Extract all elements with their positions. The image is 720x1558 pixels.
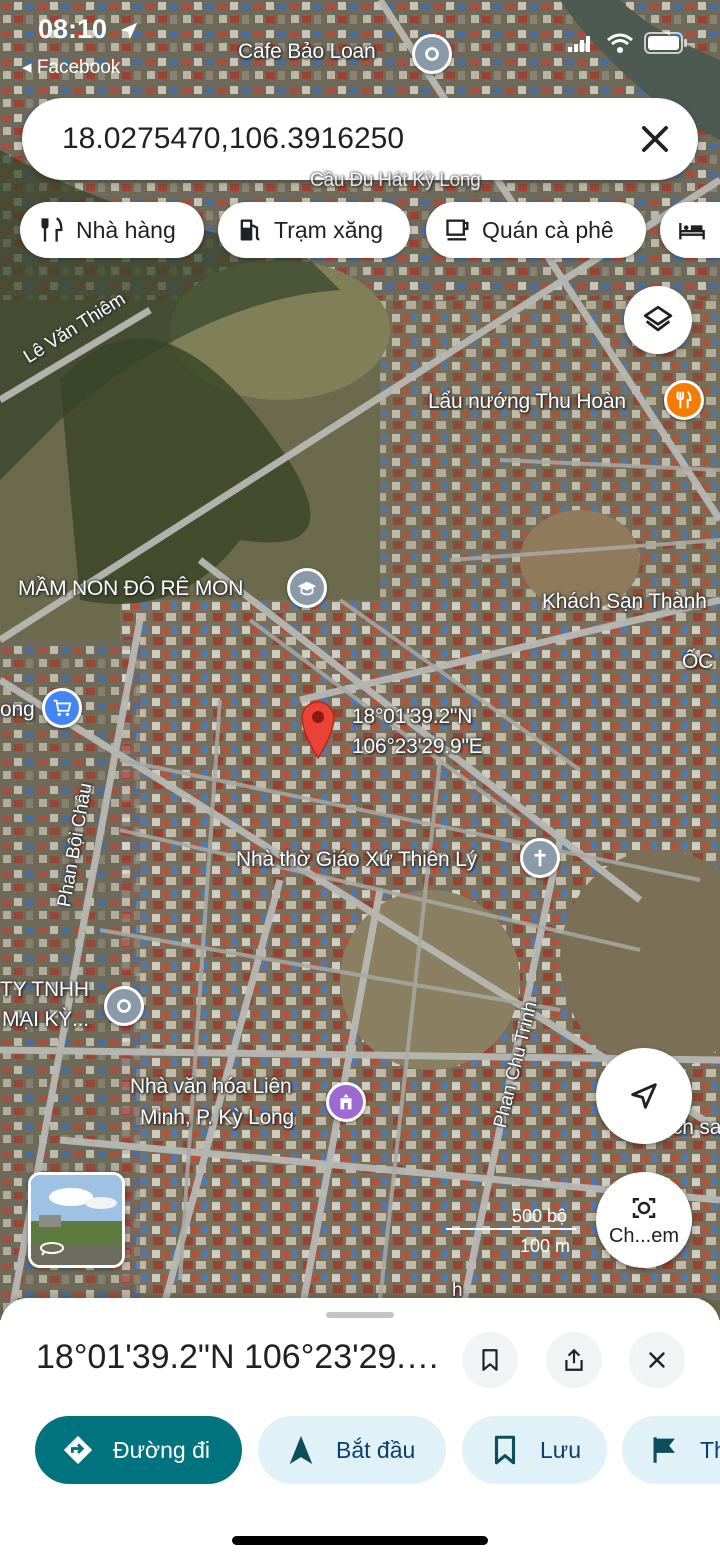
chip-coffee-label: Quán cà phê <box>482 216 614 243</box>
chip-restaurants[interactable]: Nhà hàng <box>20 202 204 258</box>
flag-icon <box>653 1437 675 1463</box>
directions-button[interactable]: Đường đi <box>35 1416 242 1484</box>
layers-icon <box>643 305 673 332</box>
chip-gas-stations-label: Trạm xăng <box>274 216 384 243</box>
chip-restaurants-label: Nhà hàng <box>76 216 176 243</box>
place-title: 18°01'39.2"N 106°23'29.9"E <box>36 1338 450 1376</box>
map-label-long[interactable]: ong <box>0 698 35 722</box>
map-label-khach-san[interactable]: Khách Sạn Thành <box>542 590 707 614</box>
coffee-cup-icon <box>446 219 469 241</box>
save-button[interactable]: Lưu <box>462 1416 607 1484</box>
label-button-label: Th <box>700 1436 720 1463</box>
back-to-facebook-link[interactable]: ◂ Facebook <box>22 56 120 79</box>
map-label-bridge[interactable]: Cầu Đu Hát Kỳ Long <box>310 170 481 192</box>
save-bookmark-button[interactable] <box>462 1332 518 1388</box>
navigation-arrow-icon <box>289 1435 313 1465</box>
satellite-map[interactable]: 08:10 ◂ Facebook Cafe Bảo Loan Cầu Đu Há… <box>0 0 720 1320</box>
map-scale: 500 bộ 100 m <box>446 1206 586 1266</box>
place-bottom-sheet[interactable]: 18°01'39.2"N 106°23'29.9"E Đường đi Bắt … <box>0 1298 720 1558</box>
fork-knife-icon <box>41 217 63 242</box>
label-button[interactable]: Th <box>622 1416 720 1484</box>
location-arrow-icon <box>120 22 138 40</box>
pin-longitude-label: 106°23'29.9"E <box>352 735 483 758</box>
status-time: 08:10 <box>38 14 108 44</box>
dropped-pin-icon[interactable] <box>299 698 337 760</box>
close-icon[interactable] <box>636 120 674 158</box>
directions-icon <box>63 1435 93 1465</box>
bookmark-icon <box>482 1349 498 1371</box>
home-indicator <box>232 1536 488 1545</box>
cross-icon <box>534 849 546 867</box>
chip-gas-stations[interactable]: Trạm xăng <box>218 202 410 258</box>
close-sheet-button[interactable] <box>629 1332 685 1388</box>
camera-icon <box>632 1197 656 1218</box>
share-button[interactable] <box>546 1332 602 1388</box>
company-marker[interactable] <box>104 986 144 1026</box>
bookmark-icon <box>494 1435 516 1465</box>
scale-feet-label: 500 bộ <box>512 1206 568 1226</box>
location-pin-icon <box>425 47 439 61</box>
graduation-cap-icon <box>297 581 317 596</box>
church-marker[interactable] <box>520 838 560 878</box>
camera-search-button[interactable]: Ch...em <box>596 1172 692 1268</box>
battery-icon <box>644 32 687 54</box>
map-label-cafe[interactable]: Cafe Bảo Loan <box>238 40 376 64</box>
map-label-lau-nuong[interactable]: Lẩu nướng Thu Hoàn <box>428 390 626 414</box>
my-location-button[interactable] <box>596 1048 692 1144</box>
map-label-nha-van-hoa-1[interactable]: Nhà văn hóa Liên <box>130 1075 292 1099</box>
cultural-house-marker[interactable] <box>326 1082 366 1122</box>
navigation-arrow-icon <box>631 1083 657 1109</box>
start-button[interactable]: Bắt đầu <box>258 1416 446 1484</box>
fork-knife-icon <box>676 390 692 409</box>
start-label: Bắt đầu <box>336 1436 416 1463</box>
scale-bar <box>446 1228 576 1230</box>
school-marker[interactable] <box>287 568 327 608</box>
shopping-cart-icon <box>53 699 72 717</box>
camera-search-label: Ch...em <box>608 1224 680 1247</box>
scale-meters-label: 100 m <box>520 1236 571 1256</box>
bed-icon <box>679 223 705 240</box>
cafe-location-marker[interactable] <box>412 34 452 74</box>
landmark-icon <box>340 1093 352 1110</box>
wifi-icon <box>607 33 633 53</box>
map-label-nha-van-hoa-2[interactable]: Minh, P. Kỳ Long <box>140 1106 294 1130</box>
pin-latitude-label: 18°01'39.2"N <box>352 705 473 728</box>
sheet-drag-handle[interactable] <box>326 1312 394 1318</box>
restaurant-marker[interactable] <box>664 380 704 420</box>
street-view-thumbnail[interactable] <box>28 1172 125 1268</box>
map-label-mam-non[interactable]: MẦM NON ĐÔ RÊ MON <box>18 577 243 601</box>
signal-icon <box>568 36 590 52</box>
chip-hotels[interactable] <box>660 202 720 258</box>
location-pin-icon <box>117 999 131 1013</box>
share-icon <box>565 1348 583 1371</box>
shopping-marker[interactable] <box>42 688 82 728</box>
layers-button[interactable] <box>624 286 692 354</box>
map-label-cong-ty-1[interactable]: TY TNHH <box>0 978 89 1002</box>
map-label-cong-ty-2[interactable]: MẠI KỲ... <box>2 1008 89 1032</box>
gas-station-icon <box>240 219 260 241</box>
save-label: Lưu <box>540 1436 581 1463</box>
search-bar[interactable] <box>22 98 698 180</box>
directions-label: Đường đi <box>113 1436 210 1463</box>
map-label-nha-tho[interactable]: Nhà thờ Giáo Xứ Thiên Lý <box>236 848 477 872</box>
close-icon <box>649 1352 665 1368</box>
map-label-oc[interactable]: ỐC <box>682 650 713 674</box>
rotate-360-icon <box>40 1242 64 1256</box>
chip-coffee[interactable]: Quán cà phê <box>426 202 646 258</box>
search-input[interactable] <box>62 116 622 162</box>
